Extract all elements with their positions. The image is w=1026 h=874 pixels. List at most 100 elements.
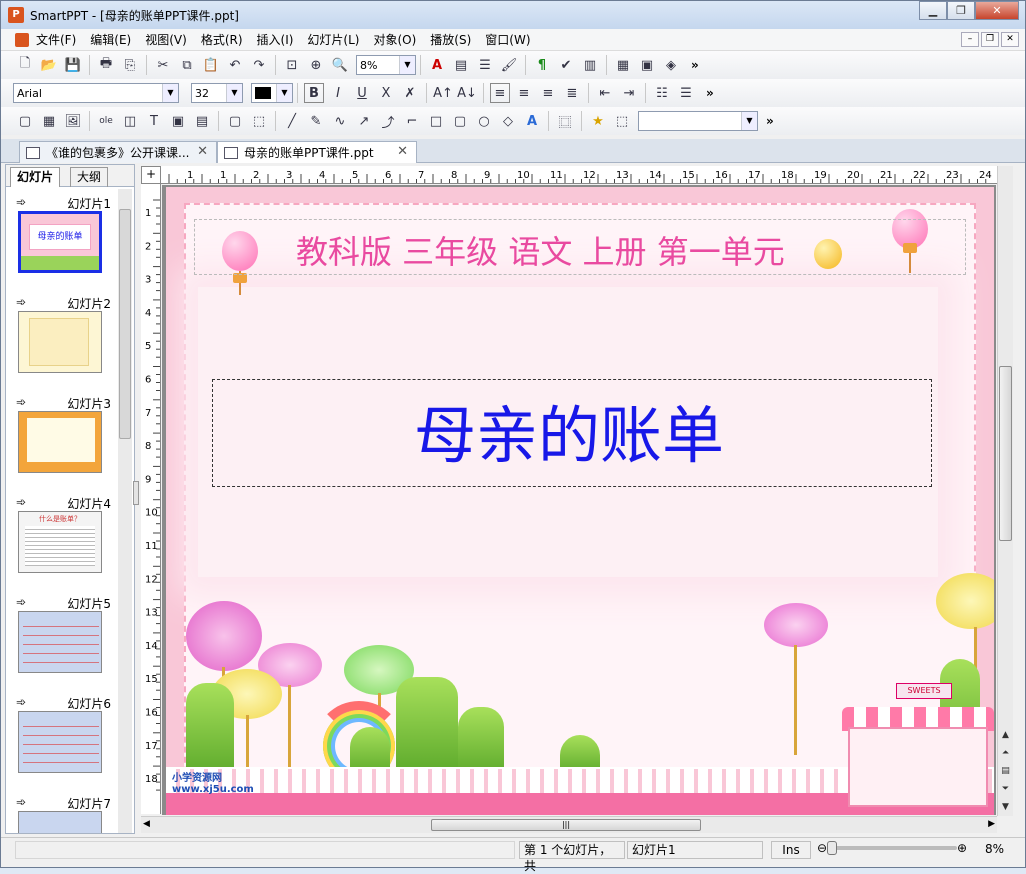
canvas-horizontal-scrollbar[interactable]: ◀ ||| ▶ xyxy=(141,816,997,833)
scroll-right-icon[interactable]: ▶ xyxy=(988,819,995,829)
close-icon[interactable]: ✕ xyxy=(197,144,208,159)
connector-icon[interactable]: ⤴ xyxy=(378,111,398,131)
align-right-icon[interactable]: ≡ xyxy=(538,83,558,103)
chevron-down-icon[interactable]: ▼ xyxy=(399,56,415,74)
scroll-thumb[interactable] xyxy=(119,209,131,439)
rounded-rect-icon[interactable]: ▢ xyxy=(450,111,470,131)
pdf-icon[interactable]: ⎘ xyxy=(120,55,140,75)
bullet-list-icon[interactable]: ☷ xyxy=(652,83,672,103)
zoom-slider-handle[interactable] xyxy=(827,841,837,855)
zoom-slider[interactable] xyxy=(827,841,957,855)
open-folder-icon[interactable]: 📂 xyxy=(39,55,59,75)
slide[interactable]: 教科版 三年级 语文 上册 第一单元 母亲的账单 SWEETS 小学资源网 ww… xyxy=(166,187,994,815)
zoom-out-icon[interactable]: ⊖ xyxy=(817,841,827,855)
save-icon[interactable]: 💾 xyxy=(63,55,83,75)
menu-window[interactable]: 窗口(W) xyxy=(478,31,537,48)
numbered-list-icon[interactable]: ☰ xyxy=(676,83,696,103)
toolbar-overflow-icon[interactable]: » xyxy=(706,86,714,100)
slide-thumb-5[interactable]: ➾ 幻灯片5 xyxy=(6,589,118,689)
ole-icon[interactable]: ole xyxy=(96,111,116,131)
font-size-select[interactable]: 32 ▼ xyxy=(191,83,243,103)
object-icon[interactable]: ▣ xyxy=(168,111,188,131)
presentation-icon[interactable]: ▣ xyxy=(637,55,657,75)
shape-icon[interactable]: ◫ xyxy=(120,111,140,131)
curve-icon[interactable]: ∿ xyxy=(330,111,350,131)
select-icon[interactable]: ⬚ xyxy=(249,111,269,131)
pencil-icon[interactable]: ✎ xyxy=(306,111,326,131)
chart-icon[interactable]: ▥ xyxy=(580,55,600,75)
line-icon[interactable]: ╱ xyxy=(282,111,302,131)
paragraph-icon[interactable]: ¶ xyxy=(532,55,552,75)
align-center-icon[interactable]: ≡ xyxy=(514,83,534,103)
cut-icon[interactable]: ✂ xyxy=(153,55,173,75)
effect-icon[interactable]: ⬚ xyxy=(612,111,632,131)
toolbar-overflow-icon[interactable]: » xyxy=(766,114,774,128)
slide-thumb-6[interactable]: ➾ 幻灯片6 xyxy=(6,689,118,789)
slide-subtitle[interactable]: 教科版 三年级 语文 上册 第一单元 xyxy=(296,227,785,273)
align-left-icon[interactable]: ≡ xyxy=(490,83,510,103)
group-icon[interactable]: ⿴ xyxy=(555,111,575,131)
italic-icon[interactable]: I xyxy=(328,83,348,103)
chevron-down-icon[interactable]: ▼ xyxy=(226,84,242,102)
restore-button[interactable]: ❐ xyxy=(947,1,975,20)
chevron-down-icon[interactable]: ▼ xyxy=(162,84,178,102)
slide-menu-icon[interactable]: ▤ xyxy=(999,764,1012,778)
tab-document-1[interactable]: 《谁的包裹多》公开课课... ✕ xyxy=(19,141,217,163)
wordart-icon[interactable]: A xyxy=(522,111,542,131)
paste-icon[interactable]: 📋 xyxy=(201,55,221,75)
undo-icon[interactable]: ↶ xyxy=(225,55,245,75)
clear-format-icon[interactable]: ✗ xyxy=(400,83,420,103)
highlight-icon[interactable]: ▤ xyxy=(451,55,471,75)
frame-icon[interactable]: ▢ xyxy=(225,111,245,131)
strikethrough-icon[interactable]: X xyxy=(376,83,396,103)
indent-increase-icon[interactable]: ⇥ xyxy=(619,83,639,103)
tab-outline[interactable]: 大纲 xyxy=(70,167,109,187)
close-button[interactable]: ✕ xyxy=(975,1,1019,20)
print-icon[interactable]: 🖶 xyxy=(96,55,116,75)
slide-thumb-4[interactable]: ➾ 幻灯片4 什么是账单？ xyxy=(6,489,118,589)
zoom-in-icon[interactable]: ⊕ xyxy=(957,841,967,855)
zoom-icon[interactable]: ⊕ xyxy=(306,55,326,75)
font-color-select[interactable]: ▼ xyxy=(251,83,293,103)
new-file-icon[interactable]: 🗋 xyxy=(15,55,35,75)
menu-format[interactable]: 格式(R) xyxy=(194,31,250,48)
text-color-icon[interactable]: A xyxy=(427,55,447,75)
canvas-vertical-scrollbar[interactable]: ▲ ⏶ ▤ ⏷ ▼ xyxy=(997,166,1013,816)
menu-slide[interactable]: 幻灯片(L) xyxy=(300,31,366,48)
placeholder-icon[interactable]: ▤ xyxy=(192,111,212,131)
document-icon[interactable] xyxy=(15,32,29,47)
scroll-thumb[interactable]: ||| xyxy=(431,819,701,831)
indent-decrease-icon[interactable]: ⇤ xyxy=(595,83,615,103)
bold-icon[interactable]: B xyxy=(304,83,324,103)
justify-icon[interactable]: ≣ xyxy=(562,83,582,103)
ellipse-icon[interactable]: ○ xyxy=(474,111,494,131)
menu-play[interactable]: 播放(S) xyxy=(423,31,478,48)
menu-view[interactable]: 视图(V) xyxy=(138,31,194,48)
autoshape-icon[interactable]: ◇ xyxy=(498,111,518,131)
tab-slides[interactable]: 幻灯片 xyxy=(10,167,61,187)
layers-icon[interactable]: ◈ xyxy=(661,55,681,75)
style-select[interactable]: ▼ xyxy=(638,111,758,131)
panel-splitter[interactable] xyxy=(133,481,139,505)
title-icon[interactable]: T xyxy=(144,111,164,131)
menu-object[interactable]: 对象(O) xyxy=(366,31,423,48)
thumbnail-scrollbar[interactable] xyxy=(118,189,132,833)
slide-canvas[interactable]: 教科版 三年级 语文 上册 第一单元 母亲的账单 SWEETS 小学资源网 ww… xyxy=(162,185,996,815)
slide-thumb-2[interactable]: ➾ 幻灯片2 xyxy=(6,289,118,389)
close-icon[interactable]: ✕ xyxy=(397,144,408,159)
slide-thumb-1[interactable]: ➾ 幻灯片1 母亲的账单 xyxy=(6,189,118,289)
underline-icon[interactable]: U xyxy=(352,83,372,103)
menu-file[interactable]: 文件(F) xyxy=(29,31,83,48)
table-insert-icon[interactable]: ▦ xyxy=(39,111,59,131)
table-icon[interactable]: ▦ xyxy=(613,55,633,75)
brush-icon[interactable]: 🖌 xyxy=(499,55,519,75)
redo-icon[interactable]: ↷ xyxy=(249,55,269,75)
elbow-icon[interactable]: ⌐ xyxy=(402,111,422,131)
minimize-button[interactable]: ▁ xyxy=(919,1,947,20)
image-icon[interactable]: 🖼 xyxy=(63,111,83,131)
next-slide-icon[interactable]: ⏷ xyxy=(999,782,1012,796)
ruler-corner[interactable]: + xyxy=(141,166,161,184)
shrink-font-icon[interactable]: A↓ xyxy=(457,83,477,103)
copy-icon[interactable]: ⧉ xyxy=(177,55,197,75)
textbox-icon[interactable]: ▢ xyxy=(15,111,35,131)
